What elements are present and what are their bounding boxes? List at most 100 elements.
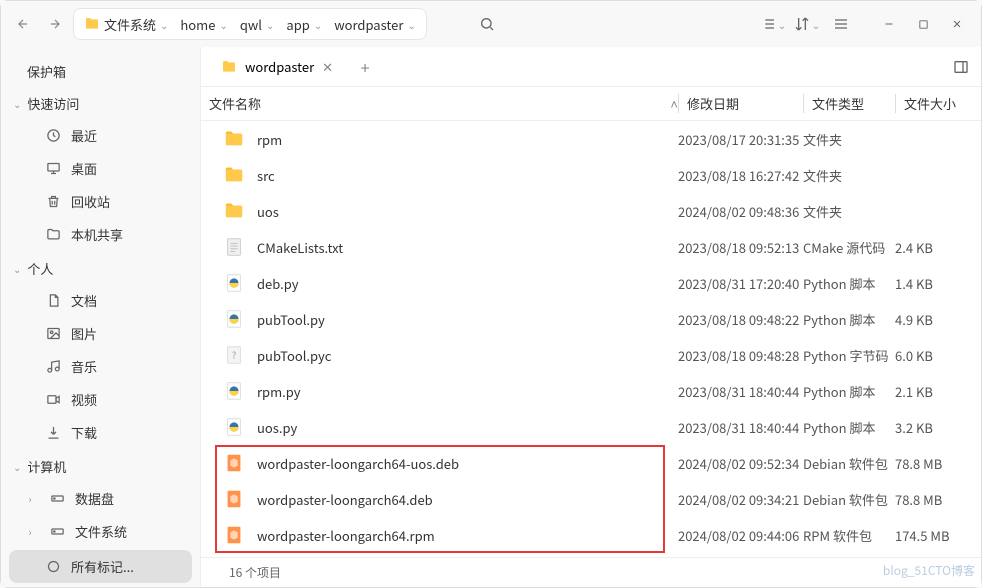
file-date: 2024/08/02 09:44:06 xyxy=(678,526,803,545)
file-name: rpm.py xyxy=(257,382,301,401)
forward-button[interactable] xyxy=(41,10,69,38)
file-row[interactable]: wordpaster-loongarch64.rpm2024/08/02 09:… xyxy=(201,517,981,553)
file-row[interactable]: deb.py2023/08/31 17:20:40Python 脚本1.4 KB xyxy=(201,265,981,301)
col-type[interactable]: 文件类型 xyxy=(803,94,895,113)
chevron-down-icon: ⌄ xyxy=(314,17,322,32)
chevron-down-icon: ⌄ xyxy=(13,459,21,474)
clock-icon xyxy=(45,128,61,144)
file-type: Debian 软件包 xyxy=(803,454,895,473)
tab-close-button[interactable]: ✕ xyxy=(322,57,333,76)
folder-icon xyxy=(45,227,61,243)
file-row[interactable]: wordpaster-loongarch64.deb2024/08/02 09:… xyxy=(201,481,981,517)
sidebar-section-personal[interactable]: ⌄个人 xyxy=(1,253,200,284)
sidebar-item-trash[interactable]: 回收站 xyxy=(1,185,200,218)
search-button[interactable] xyxy=(471,8,503,40)
file-row[interactable]: pubTool.py2023/08/18 09:48:22Python 脚本4.… xyxy=(201,301,981,337)
tab-label: wordpaster xyxy=(245,57,314,76)
file-row[interactable]: ?pubTool.pyc2023/08/18 09:48:28Python 字节… xyxy=(201,337,981,373)
desktop-icon xyxy=(45,161,61,177)
sidebar-section-quick[interactable]: ⌄快速访问 xyxy=(1,88,200,119)
file-list: rpm2023/08/17 20:31:35文件夹 src 2023/08/18 1… xyxy=(201,121,981,557)
col-name[interactable]: 文件名称˄ xyxy=(209,94,678,113)
file-date: 2024/08/02 09:52:34 xyxy=(678,454,803,473)
sidebar-section-computer[interactable]: ⌄计算机 xyxy=(1,451,200,482)
file-row[interactable]: rpm.py2023/08/31 18:40:44Python 脚本2.1 KB xyxy=(201,373,981,409)
file-row[interactable]: rpm2023/08/17 20:31:35文件夹 xyxy=(201,121,981,157)
file-row[interactable]: uos2024/08/02 09:48:36文件夹 xyxy=(201,193,981,229)
back-button[interactable] xyxy=(9,10,37,38)
trash-icon xyxy=(45,194,61,210)
chevron-right-icon: › xyxy=(25,524,35,539)
new-tab-button[interactable]: + xyxy=(353,55,377,79)
col-date[interactable]: 修改日期 xyxy=(678,94,803,113)
sort-button[interactable]: ⌄ xyxy=(791,8,823,40)
file-name: wordpaster-loongarch64-uos.deb xyxy=(257,454,459,473)
view-list-button[interactable]: ⌄ xyxy=(757,8,789,40)
crumb-wordpaster[interactable]: wordpaster⌄ xyxy=(328,10,422,38)
file-row[interactable]: CMakeLists.txt2023/08/18 09:52:13CMake 源… xyxy=(201,229,981,265)
file-type: Debian 软件包 xyxy=(803,490,895,509)
file-row[interactable]: uos.py2023/08/31 18:40:44Python 脚本3.2 KB xyxy=(201,409,981,445)
sidebar-item-tags[interactable]: 所有标记... xyxy=(9,550,192,583)
image-icon xyxy=(45,326,61,342)
file-date: 2023/08/18 09:48:28 xyxy=(678,346,803,365)
panel-toggle-button[interactable] xyxy=(949,55,973,79)
sidebar-item-pictures[interactable]: 图片 xyxy=(1,317,200,350)
maximize-button[interactable] xyxy=(907,8,939,40)
tab-wordpaster[interactable]: wordpaster ✕ xyxy=(209,51,345,82)
disk-icon xyxy=(49,524,65,540)
col-size[interactable]: 文件大小 xyxy=(895,94,973,113)
minimize-button[interactable] xyxy=(873,8,905,40)
content: wordpaster ✕ + 文件名称˄ 修改日期 文件类型 文件大小 rpm2… xyxy=(201,47,981,587)
sidebar-item-vault[interactable]: 保护箱 xyxy=(1,55,200,88)
sidebar-item-filesystem[interactable]: ›文件系统 xyxy=(1,515,200,548)
sidebar-item-desktop[interactable]: 桌面 xyxy=(1,152,200,185)
file-date: 2023/08/18 09:48:22 xyxy=(678,310,803,329)
file-type: RPM 软件包 xyxy=(803,526,895,545)
file-name: uos xyxy=(257,202,279,221)
file-name: src xyxy=(257,166,275,185)
columns-header: 文件名称˄ 修改日期 文件类型 文件大小 xyxy=(201,87,981,121)
breadcrumb: 文件系统 ⌄ home⌄ qwl⌄ app⌄ wordpaster⌄ xyxy=(73,8,427,40)
file-size: 6.0 KB xyxy=(895,346,973,365)
file-type: 文件夹 xyxy=(803,130,895,149)
chevron-down-icon: ⌄ xyxy=(160,17,168,32)
download-icon xyxy=(45,425,61,441)
file-type: 文件夹 xyxy=(803,166,895,185)
file-size: 78.8 MB xyxy=(895,490,973,509)
menu-button[interactable] xyxy=(825,8,857,40)
music-icon xyxy=(45,359,61,375)
sidebar-item-documents[interactable]: 文档 xyxy=(1,284,200,317)
main: 保护箱 ⌄快速访问 最近 桌面 回收站 本机共享 ⌄个人 文档 图片 音乐 视频… xyxy=(1,47,981,587)
file-type: Python 脚本 xyxy=(803,382,895,401)
status-text: 16 个项目 xyxy=(229,564,281,581)
sidebar-item-videos[interactable]: 视频 xyxy=(1,383,200,416)
sidebar-item-music[interactable]: 音乐 xyxy=(1,350,200,383)
crumb-qwl[interactable]: qwl⌄ xyxy=(234,10,281,38)
crumb-home[interactable]: home⌄ xyxy=(174,10,233,38)
file-date: 2023/08/18 09:52:13 xyxy=(678,238,803,257)
file-date: 2023/08/17 20:31:35 xyxy=(678,130,803,149)
file-size: 4.9 KB xyxy=(895,310,973,329)
sidebar-item-share[interactable]: 本机共享 xyxy=(1,218,200,251)
file-name: pubTool.py xyxy=(257,310,325,329)
file-size: 2.4 KB xyxy=(895,238,973,257)
close-button[interactable] xyxy=(941,8,973,40)
chevron-down-icon: ⌄ xyxy=(13,96,21,111)
crumb-root[interactable]: 文件系统 ⌄ xyxy=(78,10,174,38)
chevron-right-icon: › xyxy=(25,491,35,506)
sidebar-item-recent[interactable]: 最近 xyxy=(1,119,200,152)
file-date: 2023/08/18 16:27:42 xyxy=(678,166,803,185)
sidebar-item-downloads[interactable]: 下载 xyxy=(1,416,200,449)
folder-icon xyxy=(84,16,100,32)
tabbar: wordpaster ✕ + xyxy=(201,47,981,87)
tag-icon xyxy=(45,559,61,575)
file-size: 78.8 MB xyxy=(895,454,973,473)
file-row[interactable]: src 2023/08/18 16:27:42文件夹 xyxy=(201,157,981,193)
file-row[interactable]: wordpaster-loongarch64-uos.deb 2024/08/02… xyxy=(201,445,981,481)
file-size: 3.2 KB xyxy=(895,418,973,437)
file-date: 2024/08/02 09:34:21 xyxy=(678,490,803,509)
sidebar-item-data-disk[interactable]: ›数据盘 xyxy=(1,482,200,515)
svg-text:?: ? xyxy=(232,348,236,362)
crumb-app[interactable]: app⌄ xyxy=(280,10,328,38)
